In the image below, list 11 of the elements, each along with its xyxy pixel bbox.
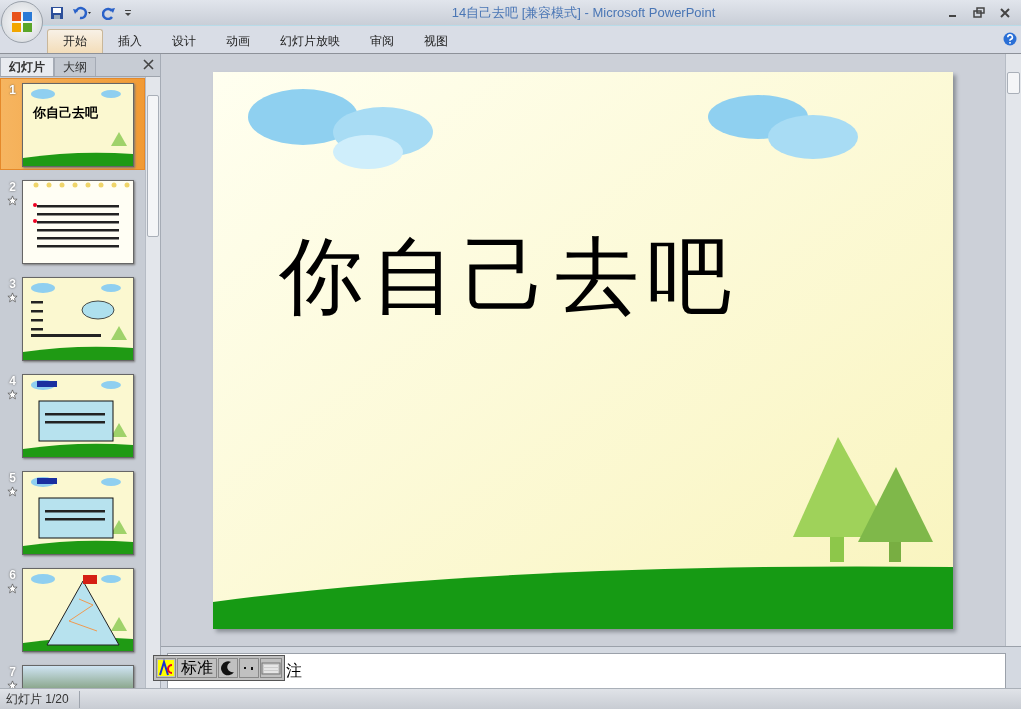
thumbnail-title: 你自己去吧 bbox=[33, 104, 98, 122]
slide-number: 4 bbox=[9, 374, 16, 388]
slide-number: 3 bbox=[9, 277, 16, 291]
slide-title: 你自己去吧 bbox=[279, 225, 739, 327]
slide-number: 7 bbox=[9, 665, 16, 679]
slide-number: 1 bbox=[9, 83, 16, 97]
slide-number: 5 bbox=[9, 471, 16, 485]
slide-number: 2 bbox=[9, 180, 16, 194]
slide-counter: 幻灯片 1/20 bbox=[0, 690, 80, 708]
slide-number: 6 bbox=[9, 568, 16, 582]
window-title: 14自己去吧 [兼容模式] - Microsoft PowerPoint bbox=[450, 3, 717, 22]
